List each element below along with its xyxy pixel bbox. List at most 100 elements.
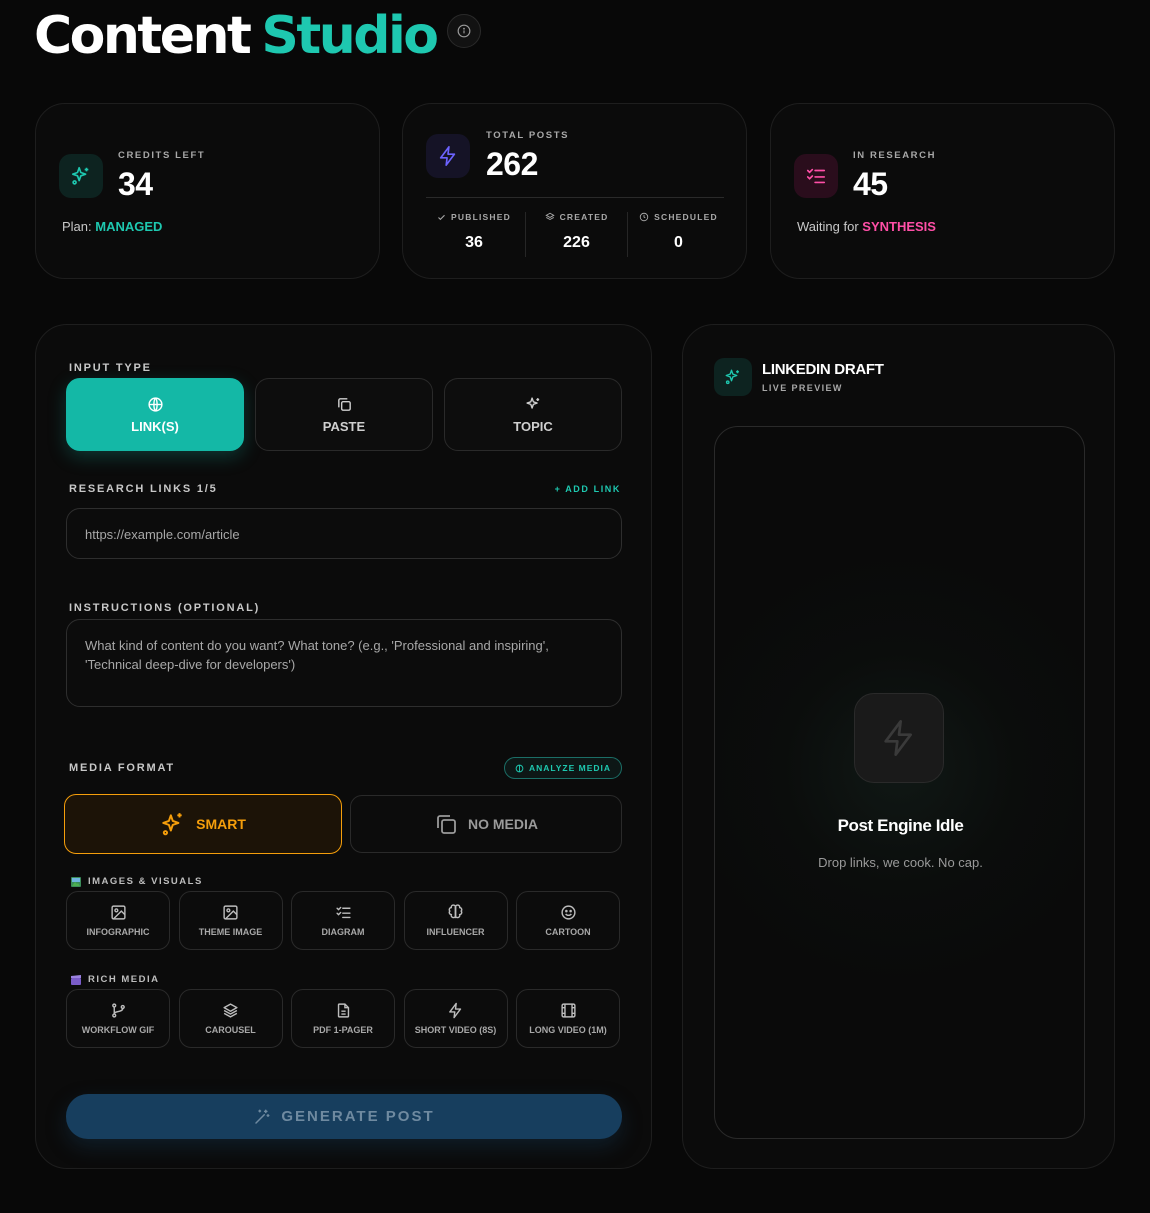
images-group-text: IMAGES & VISUALS — [88, 876, 203, 887]
form-panel: INPUT TYPE LINK(S) PASTE TOPIC RESEARCH … — [35, 324, 652, 1169]
smart-format-label: SMART — [196, 816, 246, 832]
media-short-video-label: SHORT VIDEO (8S) — [414, 1025, 497, 1035]
media-workflow-gif-label: WORKFLOW GIF — [81, 1025, 155, 1035]
idle-title: Post Engine Idle — [837, 816, 964, 835]
published-label: PUBLISHED — [451, 212, 511, 222]
rich-group-text: RICH MEDIA — [88, 974, 160, 985]
instructions-input[interactable]: What kind of content do you want? What t… — [66, 619, 622, 707]
input-type-paste-label: PASTE — [322, 418, 366, 434]
picture-icon — [71, 876, 81, 887]
media-infographic-label: INFOGRAPHIC — [86, 927, 150, 937]
media-theme-image-label: THEME IMAGE — [198, 927, 263, 937]
copy-icon — [437, 815, 456, 834]
lightning-icon — [426, 134, 470, 178]
images-group-label: IMAGES & VISUALS — [71, 876, 203, 887]
generate-post-label: GENERATE POST — [281, 1108, 435, 1125]
sparkles-icon — [59, 154, 103, 198]
media-short-video[interactable]: SHORT VIDEO (8S) — [403, 989, 508, 1048]
clapper-icon — [71, 974, 81, 985]
media-carousel-label: CAROUSEL — [205, 1025, 256, 1035]
page-title-content: Content — [34, 6, 252, 66]
git-branch-icon — [111, 1003, 125, 1018]
rich-grid: WORKFLOW GIF CAROUSEL PDF 1-PAGER SHORT … — [66, 989, 620, 1048]
credits-label: CREDITS LEFT — [118, 150, 206, 161]
sparkles-icon — [714, 358, 752, 396]
preview-panel: LINKEDIN DRAFT LIVE PREVIEW Post Engine … — [682, 324, 1115, 1169]
media-cartoon[interactable]: CARTOON — [516, 891, 620, 950]
scheduled-label: SCHEDULED — [654, 212, 718, 222]
input-type-topic[interactable]: TOPIC — [444, 378, 622, 451]
film-icon — [560, 1003, 576, 1018]
no-media-label: NO MEDIA — [468, 816, 538, 832]
research-card: IN RESEARCH 45 Waiting for SYNTHESIS — [770, 103, 1115, 279]
page-title-studio: Studio — [261, 6, 439, 66]
lightning-icon — [854, 693, 944, 783]
sparkles-icon — [525, 396, 539, 409]
scheduled-stat: SCHEDULED 0 — [627, 212, 729, 257]
link-input[interactable]: https://example.com/article — [66, 508, 622, 559]
layers-icon — [544, 212, 555, 221]
globe-icon — [147, 396, 163, 412]
circle-icon — [515, 764, 524, 772]
checklist-icon — [335, 906, 351, 919]
generate-post-button[interactable]: GENERATE POST — [66, 1094, 622, 1139]
layers-icon — [223, 1003, 238, 1018]
media-infographic[interactable]: INFOGRAPHIC — [66, 891, 170, 950]
smart-format-button[interactable]: SMART — [64, 794, 342, 854]
analyze-media-button[interactable]: ANALYZE MEDIA — [504, 757, 622, 779]
media-format-label: MEDIA FORMAT — [69, 762, 175, 774]
plan-line: Plan: MANAGED — [62, 219, 162, 234]
media-influencer-label: INFLUENCER — [426, 927, 485, 937]
plan-prefix: Plan: — [62, 219, 92, 234]
media-pdf-one-pager-label: PDF 1-PAGER — [313, 1025, 373, 1035]
media-diagram-label: DIAGRAM — [321, 927, 365, 937]
credits-card: CREDITS LEFT 34 Plan: MANAGED — [35, 103, 380, 279]
research-value: 45 — [853, 166, 888, 202]
checklist-icon — [794, 154, 838, 198]
rich-group-label: RICH MEDIA — [71, 974, 159, 985]
check-icon — [438, 214, 445, 220]
idle-subtitle: Drop links, we cook. No cap. — [818, 855, 983, 870]
published-stat: PUBLISHED 36 — [423, 212, 525, 257]
created-value: 226 — [563, 234, 590, 251]
total-posts-card: TOTAL POSTS 262 PUBLISHED 36 CREATED 226… — [402, 103, 747, 279]
lightning-icon — [449, 1002, 462, 1019]
add-link-button[interactable]: + ADD LINK — [555, 484, 621, 494]
input-type-label: INPUT TYPE — [69, 362, 152, 374]
media-long-video-label: LONG VIDEO (1M) — [529, 1025, 607, 1035]
research-links-label: RESEARCH LINKS 1/5 — [69, 483, 218, 495]
media-cartoon-label: CARTOON — [545, 927, 591, 937]
info-icon[interactable] — [446, 14, 481, 48]
analyze-media-label: ANALYZE MEDIA — [528, 763, 612, 773]
waiting-line: Waiting for SYNTHESIS — [797, 219, 936, 234]
waiting-value: SYNTHESIS — [862, 219, 936, 234]
linkedin-preview: Post Engine Idle Drop links, we cook. No… — [714, 426, 1085, 1139]
preview-subtitle: LIVE PREVIEW — [762, 383, 843, 393]
credits-value: 34 — [118, 166, 153, 202]
input-type-topic-label: TOPIC — [513, 418, 553, 434]
created-label: CREATED — [559, 212, 609, 222]
no-media-button[interactable]: NO MEDIA — [350, 795, 622, 853]
created-stat: CREATED 226 — [525, 212, 627, 257]
brain-icon — [448, 904, 463, 919]
total-posts-value: 262 — [486, 146, 538, 182]
media-influencer[interactable]: INFLUENCER — [403, 891, 508, 950]
image-icon — [223, 905, 238, 920]
page-title: Content Studio — [34, 4, 481, 68]
preview-title: LINKEDIN DRAFT — [762, 361, 884, 378]
total-posts-label: TOTAL POSTS — [486, 130, 570, 141]
copy-icon — [337, 397, 351, 411]
media-carousel[interactable]: CAROUSEL — [178, 989, 283, 1048]
media-theme-image[interactable]: THEME IMAGE — [178, 891, 283, 950]
input-type-paste[interactable]: PASTE — [255, 378, 433, 451]
smile-icon — [560, 905, 576, 920]
waiting-prefix: Waiting for — [797, 219, 859, 234]
plan-value: MANAGED — [95, 219, 163, 234]
media-long-video[interactable]: LONG VIDEO (1M) — [516, 989, 620, 1048]
magic-wand-icon — [255, 1109, 270, 1124]
input-type-links[interactable]: LINK(S) — [66, 378, 244, 451]
media-workflow-gif[interactable]: WORKFLOW GIF — [66, 989, 170, 1048]
scheduled-value: 0 — [674, 234, 683, 251]
media-diagram[interactable]: DIAGRAM — [291, 891, 395, 950]
media-pdf-one-pager[interactable]: PDF 1-PAGER — [291, 989, 395, 1048]
